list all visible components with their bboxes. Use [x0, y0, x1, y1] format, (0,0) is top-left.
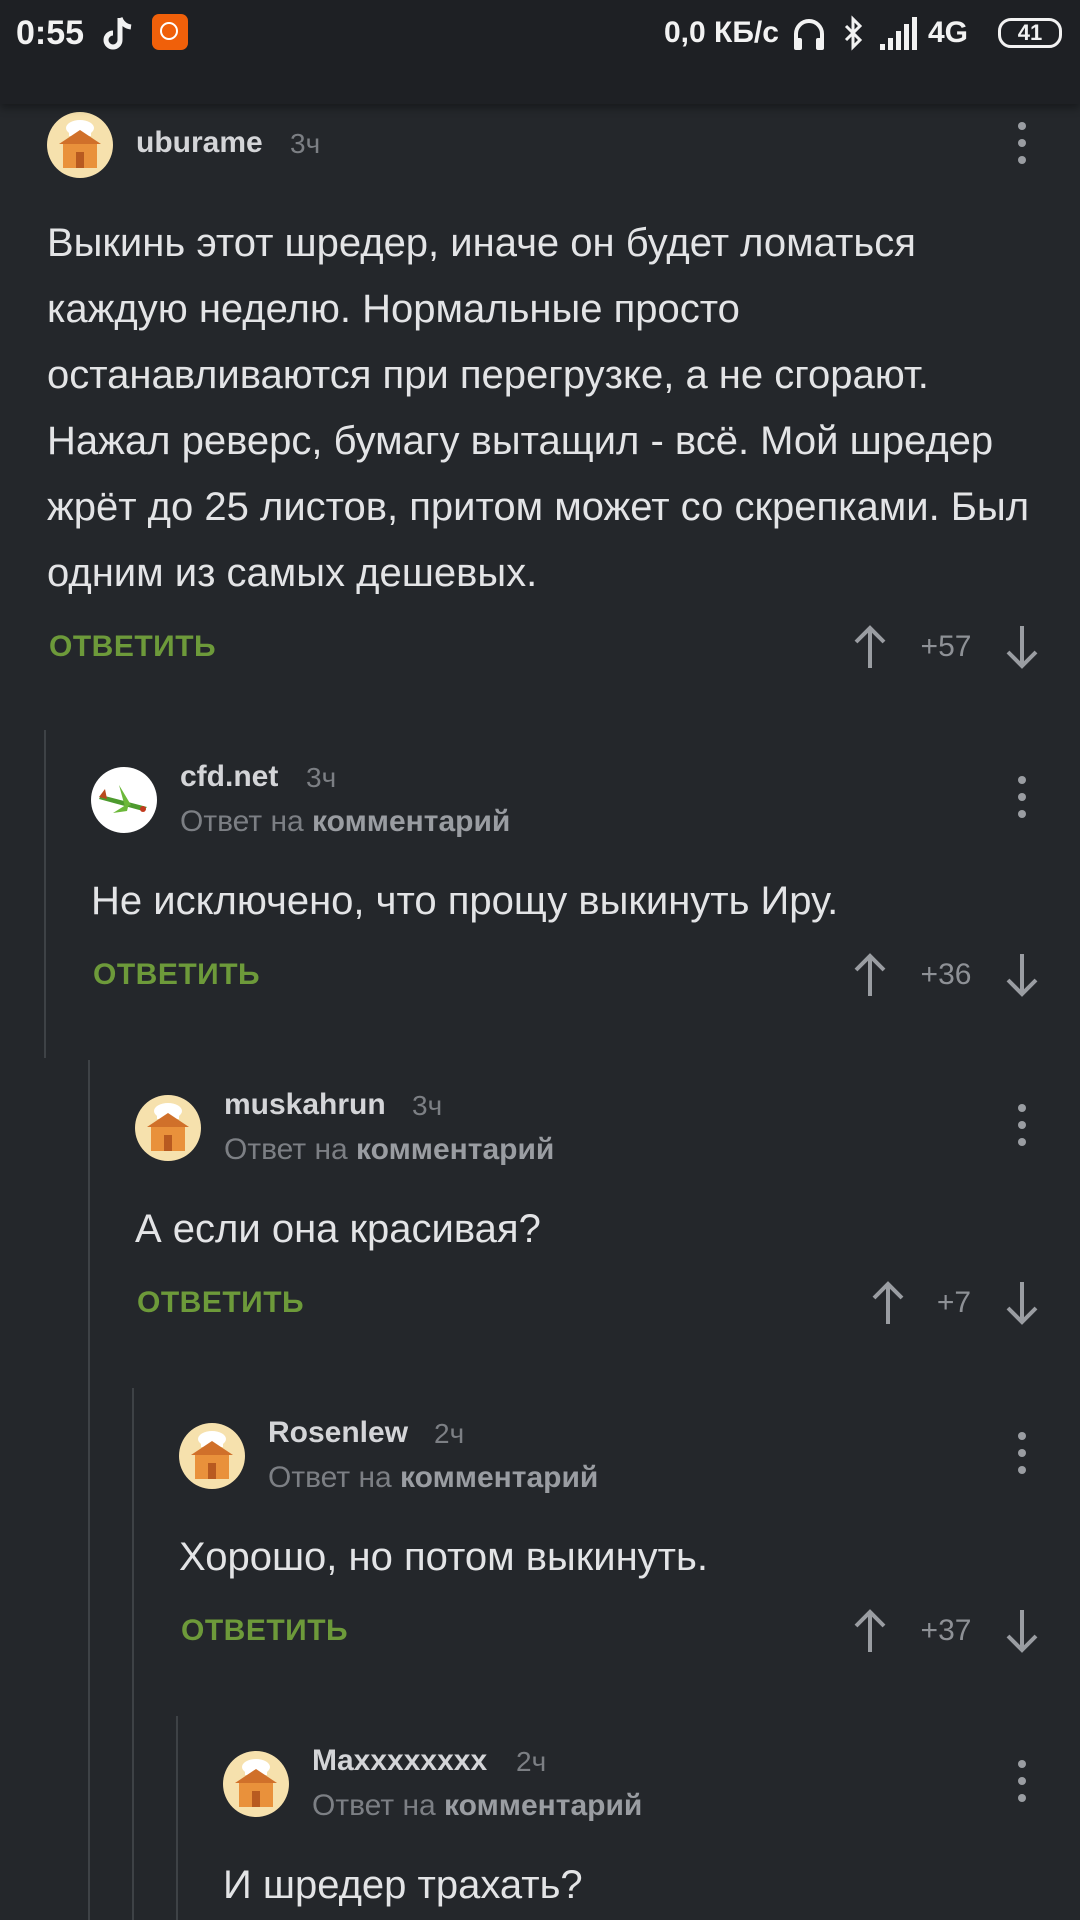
- airplane-avatar[interactable]: [91, 767, 157, 833]
- thread-line: [176, 1716, 178, 1920]
- tiktok-icon: [103, 17, 132, 50]
- bluetooth-icon: [844, 15, 863, 51]
- vote-score: +57: [920, 630, 972, 663]
- comment-text: Не исключено, что прощу выкинуть Иру.: [91, 879, 839, 923]
- reply-to-target[interactable]: комментарий: [444, 1789, 642, 1822]
- more-options-icon[interactable]: [1016, 776, 1028, 827]
- comment-time: 2ч: [434, 1418, 465, 1449]
- comment-time: 3ч: [412, 1090, 443, 1121]
- downvote-arrow-icon[interactable]: [1002, 1278, 1042, 1328]
- reply-to-target[interactable]: комментарий: [400, 1461, 598, 1494]
- upvote-arrow-icon[interactable]: [850, 950, 890, 1000]
- status-bar: 0:55 0,0 КБ/с 4G 41: [0, 0, 1080, 104]
- comment-author[interactable]: Rosenlew: [268, 1416, 408, 1450]
- downvote-arrow-icon[interactable]: [1002, 622, 1042, 672]
- upvote-arrow-icon[interactable]: [868, 1278, 908, 1328]
- reply-to-link[interactable]: Ответ на комментарий: [224, 1133, 554, 1167]
- battery-icon: 41: [998, 18, 1062, 48]
- chef-house-avatar[interactable]: [135, 1095, 201, 1161]
- vote-score: +37: [920, 1614, 972, 1647]
- more-options-icon[interactable]: [1016, 1104, 1028, 1155]
- headphones-icon: [794, 19, 824, 50]
- vote-score: +36: [920, 958, 972, 991]
- comment-author[interactable]: Maxxxxxxxx: [312, 1744, 487, 1778]
- reply-button[interactable]: ОТВЕТИТЬ: [49, 630, 216, 664]
- reply-to-link[interactable]: Ответ на комментарий: [268, 1461, 598, 1495]
- app-notification-icon: [152, 14, 188, 50]
- chef-house-avatar[interactable]: [223, 1751, 289, 1817]
- thread-line: [88, 1060, 90, 1920]
- chef-house-avatar[interactable]: [179, 1423, 245, 1489]
- chef-house-avatar[interactable]: [47, 112, 113, 178]
- thread-line: [44, 730, 46, 1058]
- downvote-arrow-icon[interactable]: [1002, 950, 1042, 1000]
- network-speed: 0,0 КБ/с: [664, 16, 779, 49]
- comment-text: А если она красивая?: [135, 1207, 541, 1251]
- reply-to-target[interactable]: комментарий: [356, 1133, 554, 1166]
- vote-score: +7: [936, 1286, 972, 1319]
- reply-to-prefix: Ответ на: [268, 1461, 392, 1494]
- signal-icon: [880, 17, 917, 50]
- reply-to-target[interactable]: комментарий: [312, 805, 510, 838]
- reply-button[interactable]: ОТВЕТИТЬ: [137, 1286, 304, 1320]
- network-type: 4G: [928, 16, 969, 49]
- upvote-arrow-icon[interactable]: [850, 1606, 890, 1656]
- reply-to-link[interactable]: Ответ на комментарий: [312, 1789, 642, 1823]
- comment-author[interactable]: cfd.net: [180, 760, 278, 794]
- more-options-icon[interactable]: [1016, 1760, 1028, 1811]
- comment-time: 3ч: [306, 762, 337, 793]
- reply-to-prefix: Ответ на: [312, 1789, 436, 1822]
- comment-author[interactable]: uburame: [136, 126, 263, 160]
- status-time: 0:55: [16, 14, 85, 52]
- comment-text: И шредер трахать?: [223, 1863, 583, 1907]
- reply-to-prefix: Ответ на: [224, 1133, 348, 1166]
- comment-time: 2ч: [516, 1746, 547, 1777]
- comment-text: Выкинь этот шредер, иначе он будет ломат…: [47, 221, 1030, 595]
- comment-text: Хорошо, но потом выкинуть.: [179, 1535, 708, 1579]
- upvote-arrow-icon[interactable]: [850, 622, 890, 672]
- reply-button[interactable]: ОТВЕТИТЬ: [93, 958, 260, 992]
- reply-to-prefix: Ответ на: [180, 805, 304, 838]
- more-options-icon[interactable]: [1016, 122, 1028, 173]
- comment-time: 3ч: [290, 128, 321, 159]
- comment-author[interactable]: muskahrun: [224, 1088, 386, 1122]
- downvote-arrow-icon[interactable]: [1002, 1606, 1042, 1656]
- more-options-icon[interactable]: [1016, 1432, 1028, 1483]
- reply-to-link[interactable]: Ответ на комментарий: [180, 805, 510, 839]
- thread-line: [132, 1388, 134, 1920]
- reply-button[interactable]: ОТВЕТИТЬ: [181, 1614, 348, 1648]
